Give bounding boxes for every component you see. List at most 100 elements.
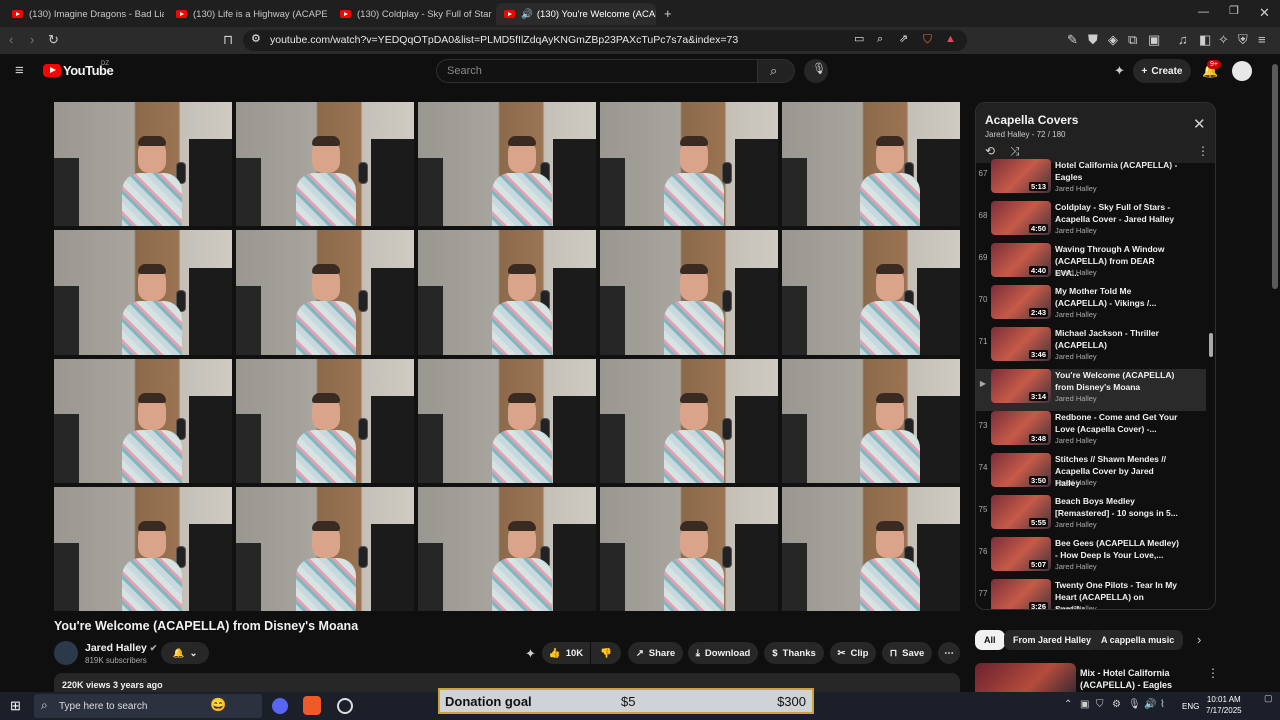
create-button[interactable]: + Create — [1133, 59, 1191, 83]
search-button[interactable]: ⌕ — [757, 59, 795, 83]
playlist-item[interactable]: 70 2:43 My Mother Told Me (ACAPELLA) - Vik… — [976, 285, 1206, 327]
more-icon[interactable]: ⋮ — [1207, 667, 1219, 679]
chip-all[interactable]: All — [975, 630, 1005, 650]
hamburger-menu-icon[interactable]: ≡ — [15, 63, 24, 78]
zoom-icon[interactable]: ⌕ — [877, 34, 883, 45]
obs-icon[interactable] — [337, 698, 353, 714]
voice-search-button[interactable]: 🎙 — [804, 59, 828, 83]
shield-icon[interactable]: ⛊ — [1088, 33, 1098, 46]
restore-icon[interactable]: ❐ — [1229, 6, 1239, 17]
subscribed-button[interactable]: 🔔 ⌄ — [161, 642, 209, 664]
playlist-item[interactable]: 67 5:13 Hotel California (ACAPELLA) - Eagl… — [976, 159, 1206, 201]
wallet-icon[interactable]: ▣ — [1148, 33, 1160, 46]
site-settings-icon[interactable]: ⚙ — [251, 34, 261, 45]
thanks-button[interactable]: $ Thanks — [764, 642, 824, 664]
taskbar-search-input[interactable]: ⌕ Type here to search 😄 — [34, 694, 262, 718]
dislike-button[interactable]: 👎 — [591, 642, 621, 664]
playlist-item-number: 76 — [978, 547, 988, 556]
browser-tab[interactable]: (130) Life is a Highway (ACAPELLA) - — [168, 3, 328, 25]
chip-a-cappella[interactable]: A cappella music — [1092, 630, 1184, 650]
more-actions-button[interactable]: ⋯ — [938, 642, 960, 664]
share-button[interactable]: ↗ Share — [628, 642, 683, 664]
bookmark-icon[interactable]: ⊓ — [223, 33, 233, 46]
pen-icon[interactable]: ✎ — [1067, 33, 1078, 46]
url-field[interactable]: ⚙ youtube.com/watch?v=YEDQqOTpDA0&list=P… — [243, 30, 967, 51]
channel-avatar[interactable] — [54, 641, 78, 665]
taskbar-clock[interactable]: 10:01 AM 7/17/2025 — [1206, 694, 1242, 716]
video-title: You're Welcome (ACAPELLA) from Disney's … — [54, 619, 359, 633]
recommended-thumbnail[interactable] — [975, 663, 1076, 693]
playlist-item[interactable]: 73 3:48 Redbone - Come and Get Your Love (… — [976, 411, 1206, 453]
minimize-icon[interactable]: — — [1198, 7, 1209, 18]
brave-browser-icon[interactable] — [303, 696, 321, 715]
sparkle-icon[interactable]: ✦ — [525, 647, 536, 660]
tray-app-icon[interactable]: ⚙ — [1112, 700, 1121, 710]
plus-icon[interactable]: + — [664, 7, 672, 20]
playlist-item[interactable]: 71 3:46 Michael Jackson - Thriller (ACAPEL… — [976, 327, 1206, 369]
brave-rewards-icon[interactable]: ▲ — [945, 34, 956, 45]
scissors-icon: ✂ — [837, 647, 846, 659]
browser-tab[interactable]: (130) Imagine Dragons - Bad Liar (AC — [4, 3, 164, 25]
playlist-item[interactable]: 76 5:07 Bee Gees (ACAPELLA Medley) - How D… — [976, 537, 1206, 579]
close-window-icon[interactable]: ✕ — [1259, 6, 1270, 19]
close-playlist-icon[interactable]: ✕ — [1193, 117, 1206, 132]
back-icon[interactable]: ‹ — [9, 33, 13, 46]
cast-icon[interactable]: ▭ — [854, 34, 864, 45]
chevron-right-icon[interactable]: › — [1197, 633, 1201, 646]
playlist-title[interactable]: Acapella Covers — [985, 113, 1078, 127]
page-scrollbar[interactable] — [1270, 54, 1280, 692]
video-player[interactable] — [54, 102, 960, 611]
clip-button[interactable]: ✂ Clip — [830, 642, 876, 664]
reload-icon[interactable]: ↻ — [48, 33, 59, 46]
search-input[interactable]: Search — [436, 59, 758, 83]
video-frame-tile — [236, 230, 414, 355]
chip-from-channel[interactable]: From Jared Halley — [1004, 630, 1101, 650]
youtube-logo-icon[interactable] — [43, 64, 61, 77]
browser-tab[interactable]: (130) Coldplay - Sky Full of Stars - Ac — [332, 3, 492, 25]
playlist-scrollbar[interactable] — [1209, 333, 1213, 357]
download-button[interactable]: ⤓ Download — [688, 642, 758, 664]
tray-app-icon[interactable]: ▣ — [1080, 700, 1089, 710]
music-icon[interactable]: ♫ — [1178, 33, 1188, 46]
shuffle-icon[interactable]: ⤨ — [1010, 145, 1020, 157]
vpn-icon[interactable]: ◈ — [1108, 33, 1118, 46]
duration-badge: 4:50 — [1028, 224, 1048, 233]
loop-icon[interactable]: ⟲ — [985, 145, 995, 157]
channel-name[interactable]: Jared Halley ✔ — [85, 642, 157, 654]
more-icon[interactable]: ⋮ — [1197, 145, 1209, 157]
discord-icon[interactable] — [272, 698, 288, 714]
tray-chevron-icon[interactable]: ⌃ — [1064, 700, 1072, 710]
youtube-favicon-icon — [504, 10, 515, 18]
speaker-icon[interactable]: 🔊 — [1144, 700, 1156, 710]
sidebar-icon[interactable]: ◧ — [1199, 33, 1211, 46]
playlist-item-thumbnail: 3:48 — [991, 411, 1051, 445]
microphone-icon[interactable]: 🎙 — [1128, 700, 1141, 710]
playlist-item-current[interactable]: ▶ 3:14 You're Welcome (ACAPELLA) from Disn… — [976, 369, 1206, 411]
notification-center-icon[interactable]: ▢ — [1264, 694, 1273, 703]
cast-icon[interactable]: ✦ — [1114, 64, 1125, 77]
network-icon[interactable]: ⌇ — [1160, 700, 1165, 710]
playlist-item-number: 69 — [978, 253, 988, 262]
leo-ai-icon[interactable]: ✧ — [1218, 33, 1229, 46]
language-indicator[interactable]: ENG — [1182, 702, 1199, 711]
playlist-item[interactable]: 68 4:50 Coldplay - Sky Full of Stars - Aca… — [976, 201, 1206, 243]
playlist-item[interactable]: 77 3:26 Twenty One Pilots - Tear In My Hea… — [976, 579, 1206, 609]
extensions-icon[interactable]: ⧉ — [1128, 33, 1137, 46]
save-button[interactable]: ⊓ Save — [882, 642, 932, 664]
browser-tab-active[interactable]: 🔊(130) You're Welcome (ACAPI✕ — [496, 3, 656, 25]
windows-start-icon[interactable]: ⊞ — [10, 699, 21, 712]
playlist-item[interactable]: 74 3:50 Stitches // Shawn Mendes // Acapel… — [976, 453, 1206, 495]
subscriber-count: 819K subscribers — [85, 656, 147, 665]
brave-shield-icon[interactable]: ⛉ — [923, 33, 932, 45]
forward-icon[interactable]: › — [30, 33, 34, 46]
playlist-item[interactable]: 69 4:40 Waving Through A Window (ACAPELLA)… — [976, 243, 1206, 285]
like-button[interactable]: 👍 10K — [542, 642, 590, 664]
playlist-item[interactable]: 75 5:55 Beach Boys Medley [Remastered] - 1… — [976, 495, 1206, 537]
menu-icon[interactable]: ≡ — [1258, 33, 1266, 46]
tray-app-icon[interactable]: ⛉ — [1096, 700, 1104, 710]
brave-vpn-icon[interactable]: ⛨ — [1238, 33, 1248, 46]
share-icon[interactable]: ⇗ — [899, 34, 908, 45]
recommended-title[interactable]: Mix - Hotel California (ACAPELLA) - Eagl… — [1080, 667, 1190, 691]
avatar[interactable] — [1232, 61, 1252, 81]
playlist-item-channel: Jared Halley — [1055, 226, 1097, 235]
